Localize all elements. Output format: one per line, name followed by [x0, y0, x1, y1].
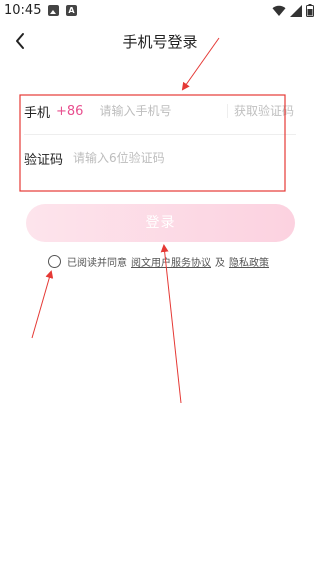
agreement-row: 已阅读并同意 阅文用户服务协议 及 隐私政策 — [48, 254, 269, 269]
gallery-icon — [48, 5, 59, 16]
annotation-arrow-button — [160, 244, 182, 404]
get-code-button[interactable]: 获取验证码 — [226, 104, 294, 118]
country-code[interactable]: +86 — [56, 104, 83, 119]
code-row: 验证码 — [24, 135, 296, 181]
phone-row: 手机 +86 获取验证码 — [24, 88, 296, 135]
battery-icon — [306, 4, 314, 17]
wifi-icon — [272, 5, 286, 16]
agreement-prefix: 已阅读并同意 — [67, 258, 127, 269]
status-system-icons — [272, 4, 314, 17]
code-label: 验证码 — [24, 152, 64, 168]
page-title: 手机号登录 — [122, 33, 198, 51]
signal-icon — [290, 4, 302, 17]
phone-label: 手机 — [24, 105, 51, 121]
privacy-policy-link[interactable]: 隐私政策 — [229, 254, 269, 269]
login-button[interactable]: 登录 — [26, 204, 295, 242]
agreement-conjunction: 及 — [215, 258, 225, 269]
service-agreement-link[interactable]: 阅文用户服务协议 — [131, 254, 211, 269]
agree-checkbox[interactable] — [48, 255, 61, 268]
a-icon: A — [66, 5, 77, 16]
login-form: 手机 +86 获取验证码 验证码 — [24, 88, 296, 181]
status-bar: 10:45 A — [0, 0, 320, 24]
code-input[interactable] — [73, 151, 244, 165]
status-time: 10:45 — [4, 3, 42, 18]
status-notification-icons: A — [48, 5, 77, 16]
annotation-arrow-checkbox — [31, 270, 54, 339]
phone-input[interactable] — [99, 104, 218, 118]
annotation-overlay — [19, 37, 286, 404]
